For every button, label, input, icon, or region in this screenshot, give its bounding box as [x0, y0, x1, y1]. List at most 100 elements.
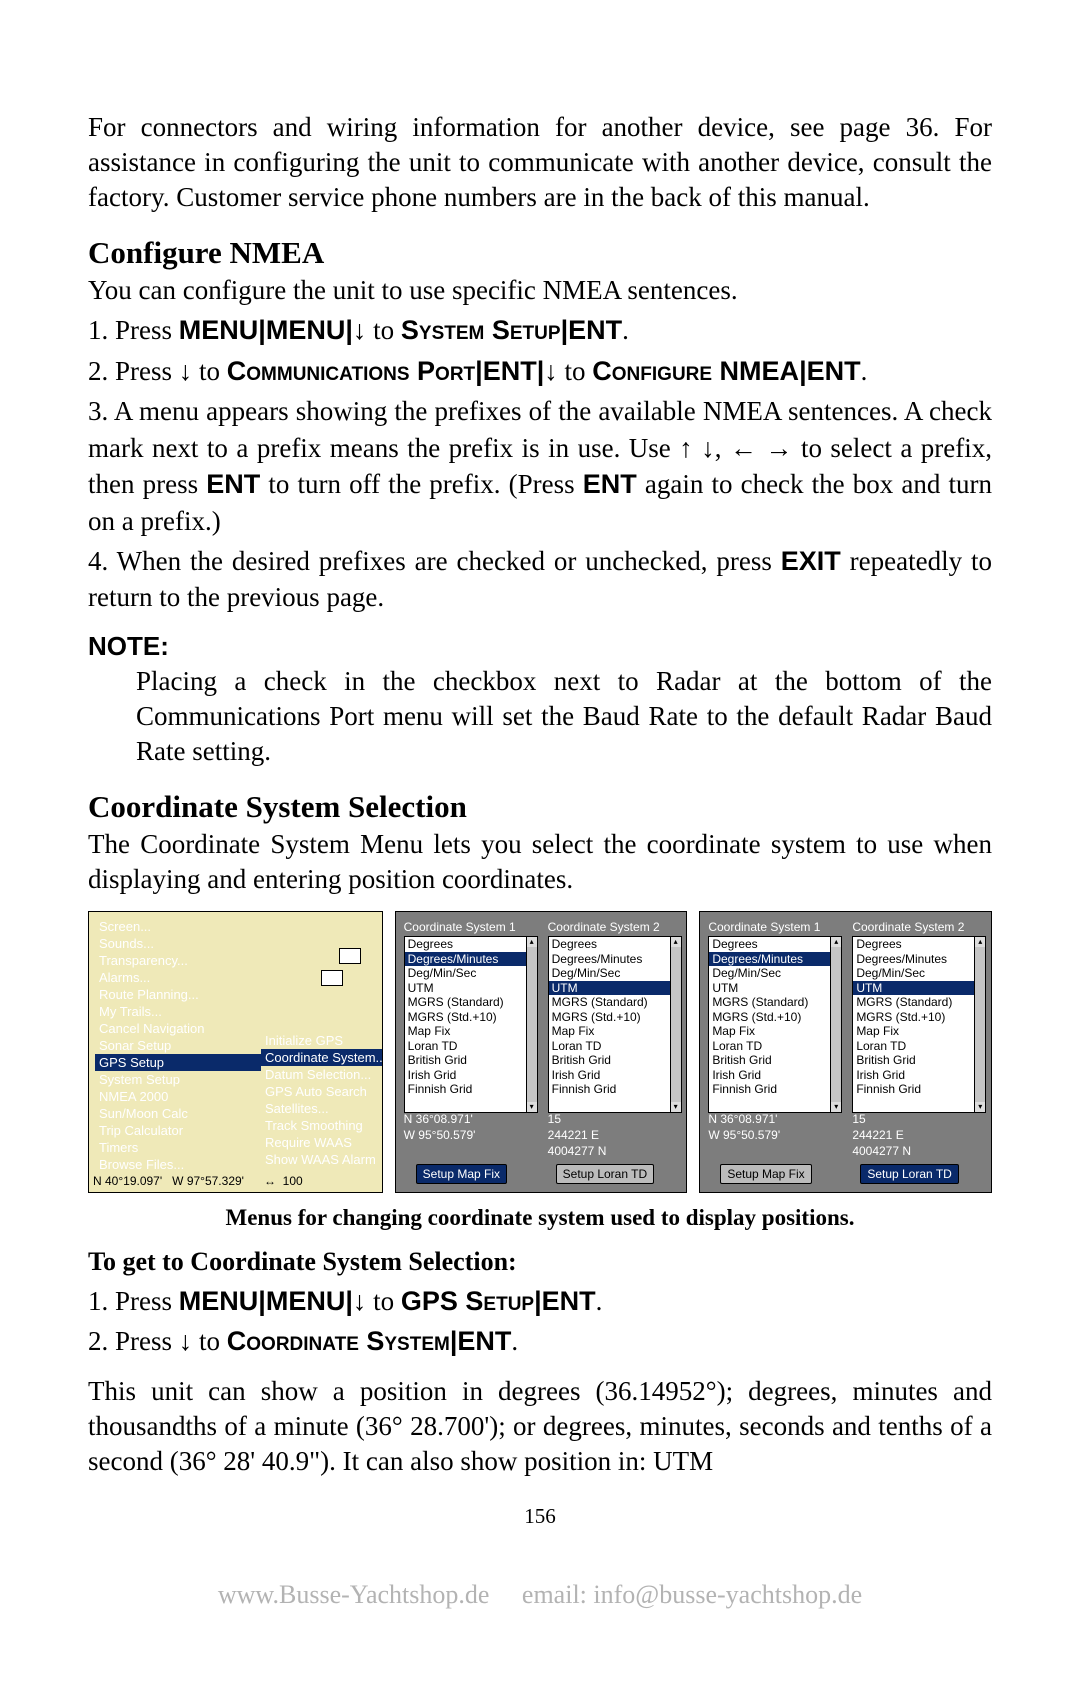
list-option[interactable]: MGRS (Standard) — [853, 995, 985, 1010]
lr-arrow-icon: ↔ — [264, 1174, 276, 1188]
step-2: 2. Press ↓ to Communications Port|ENT|↓ … — [88, 353, 992, 389]
scroll-up-icon[interactable]: ▴ — [527, 937, 537, 947]
list-option[interactable]: British Grid — [405, 1053, 537, 1068]
list-option[interactable]: Finnish Grid — [709, 1082, 841, 1097]
scrollbar[interactable]: ▴▾ — [670, 937, 681, 1112]
menu-item[interactable]: Trip Calculator — [95, 1122, 261, 1139]
list-option[interactable]: Map Fix — [549, 1024, 681, 1039]
list-option[interactable]: British Grid — [853, 1053, 985, 1068]
scrollbar[interactable]: ▴▾ — [526, 937, 537, 1112]
scrollbar[interactable]: ▴▾ — [974, 937, 985, 1112]
submenu-item[interactable]: Require WAAS — [261, 1134, 383, 1151]
list-option[interactable]: MGRS (Std.+10) — [853, 1010, 985, 1025]
list-option[interactable]: Degrees/Minutes — [853, 952, 985, 967]
list-option[interactable]: Irish Grid — [853, 1068, 985, 1083]
submenu-item[interactable]: Initialize GPS — [261, 1032, 383, 1049]
step-4: 4. When the desired prefixes are checked… — [88, 543, 992, 616]
list-option-selected[interactable]: Degrees/Minutes — [709, 952, 841, 967]
submenu-item[interactable]: Track Smoothing — [261, 1117, 383, 1134]
menu-item[interactable]: Transparency... — [95, 952, 261, 969]
list-option[interactable]: Degrees — [405, 937, 537, 952]
setup-map-fix-button[interactable]: Setup Map Fix — [720, 1164, 811, 1184]
list-option[interactable]: Irish Grid — [709, 1068, 841, 1083]
coord-readout: N 36°08.971' — [708, 1112, 777, 1126]
list-option[interactable]: Loran TD — [405, 1039, 537, 1054]
list-option[interactable]: Loran TD — [853, 1039, 985, 1054]
setup-loran-td-button[interactable]: Setup Loran TD — [556, 1164, 655, 1184]
menu-item[interactable]: Screen... — [95, 918, 261, 935]
scroll-up-icon[interactable]: ▴ — [975, 937, 985, 947]
list-option[interactable]: MGRS (Std.+10) — [549, 1010, 681, 1025]
listbox-coord-1[interactable]: Degrees Degrees/Minutes Deg/Min/Sec UTM … — [404, 936, 538, 1113]
list-option[interactable]: Finnish Grid — [853, 1082, 985, 1097]
list-option[interactable]: Degrees — [853, 937, 985, 952]
menu-item[interactable]: Sonar Setup — [95, 1037, 261, 1054]
listbox-coord-2[interactable]: Degrees Degrees/Minutes Deg/Min/Sec UTM … — [548, 936, 682, 1113]
menu-item[interactable]: Sun/Moon Calc — [95, 1105, 261, 1122]
list-option[interactable]: Finnish Grid — [549, 1082, 681, 1097]
list-option[interactable]: Map Fix — [853, 1024, 985, 1039]
menu-item[interactable]: My Trails... — [95, 1003, 261, 1020]
menu-item[interactable]: NMEA 2000 — [95, 1088, 261, 1105]
menu-item[interactable]: Timers — [95, 1139, 261, 1156]
main-menu-list[interactable]: Screen... Sounds... Transparency... Alar… — [95, 918, 261, 1173]
coord-readout: 244221 E — [852, 1128, 903, 1142]
list-option[interactable]: Deg/Min/Sec — [405, 966, 537, 981]
menu-item[interactable]: Alarms... — [95, 969, 261, 986]
listbox-coord-1[interactable]: Degrees Degrees/Minutes Deg/Min/Sec UTM … — [708, 936, 842, 1113]
menu-item[interactable]: Cancel Navigation — [95, 1020, 261, 1037]
menu-item[interactable]: Sounds... — [95, 935, 261, 952]
list-option[interactable]: British Grid — [709, 1053, 841, 1068]
menu-item[interactable]: Route Planning... — [95, 986, 261, 1003]
down-arrow-icon: ↓ — [179, 1326, 193, 1356]
left-arrow-icon: ← — [730, 433, 757, 463]
list-option-selected[interactable]: Degrees/Minutes — [405, 952, 537, 967]
submenu-item[interactable]: Satellites... — [261, 1100, 383, 1117]
scroll-down-icon[interactable]: ▾ — [671, 1102, 681, 1112]
submenu-item-selected[interactable]: Coordinate System... — [261, 1049, 383, 1066]
scroll-down-icon[interactable]: ▾ — [975, 1102, 985, 1112]
figure-coord-menu-2: Coordinate System 1 Degrees Degrees/Minu… — [699, 911, 992, 1193]
scroll-up-icon[interactable]: ▴ — [831, 937, 841, 947]
scroll-down-icon[interactable]: ▾ — [831, 1102, 841, 1112]
setup-map-fix-button[interactable]: Setup Map Fix — [416, 1164, 507, 1184]
list-option[interactable]: UTM — [405, 981, 537, 996]
scroll-down-icon[interactable]: ▾ — [527, 1102, 537, 1112]
submenu-gps-setup[interactable]: Initialize GPS Coordinate System... Datu… — [261, 1032, 383, 1168]
menu-item[interactable]: System Setup — [95, 1071, 261, 1088]
list-option[interactable]: MGRS (Std.+10) — [709, 1010, 841, 1025]
list-option[interactable]: UTM — [709, 981, 841, 996]
listbox-coord-2[interactable]: Degrees Degrees/Minutes Deg/Min/Sec UTM … — [852, 936, 986, 1113]
submenu-item[interactable]: Datum Selection... — [261, 1066, 383, 1083]
list-option-selected[interactable]: UTM — [853, 981, 985, 996]
list-option[interactable]: Deg/Min/Sec — [549, 966, 681, 981]
list-option[interactable]: Deg/Min/Sec — [853, 966, 985, 981]
list-option[interactable]: Irish Grid — [549, 1068, 681, 1083]
submenu-item[interactable]: GPS Auto Search — [261, 1083, 383, 1100]
list-option-selected[interactable]: UTM — [549, 981, 681, 996]
list-option[interactable]: Degrees/Minutes — [549, 952, 681, 967]
list-option[interactable]: Finnish Grid — [405, 1082, 537, 1097]
down-arrow-icon: ↓ — [179, 356, 193, 386]
list-option[interactable]: Degrees — [549, 937, 681, 952]
coord-readout: 15 — [852, 1112, 865, 1126]
menu-item-selected[interactable]: GPS Setup — [95, 1054, 261, 1071]
list-option[interactable]: Loran TD — [549, 1039, 681, 1054]
setup-loran-td-button[interactable]: Setup Loran TD — [860, 1164, 959, 1184]
list-option[interactable]: MGRS (Standard) — [405, 995, 537, 1010]
list-option[interactable]: MGRS (Standard) — [549, 995, 681, 1010]
list-option[interactable]: MGRS (Standard) — [709, 995, 841, 1010]
list-option[interactable]: British Grid — [549, 1053, 681, 1068]
list-option[interactable]: Irish Grid — [405, 1068, 537, 1083]
list-option[interactable]: Deg/Min/Sec — [709, 966, 841, 981]
list-option[interactable]: MGRS (Std.+10) — [405, 1010, 537, 1025]
list-option[interactable]: Map Fix — [709, 1024, 841, 1039]
submenu-item[interactable]: Show WAAS Alarm — [261, 1151, 383, 1168]
list-option[interactable]: Degrees — [709, 937, 841, 952]
scrollbar[interactable]: ▴▾ — [830, 937, 841, 1112]
scroll-up-icon[interactable]: ▴ — [671, 937, 681, 947]
list-option[interactable]: Map Fix — [405, 1024, 537, 1039]
list-option[interactable]: Loran TD — [709, 1039, 841, 1054]
intro-paragraph: For connectors and wiring information fo… — [88, 110, 992, 215]
menu-item[interactable]: Browse Files... — [95, 1156, 261, 1173]
